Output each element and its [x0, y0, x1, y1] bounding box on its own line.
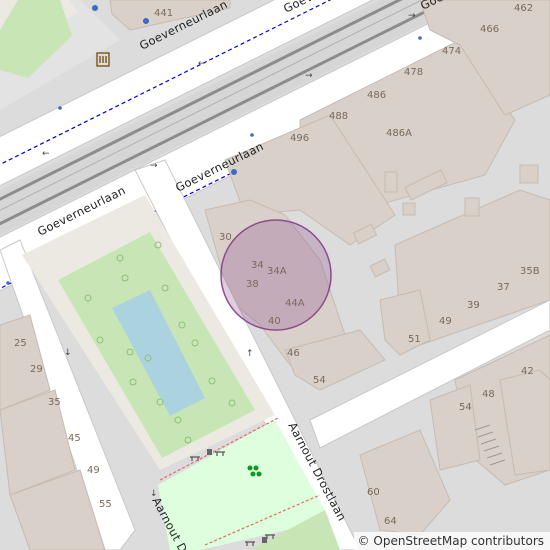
- bus-stop-icon: [231, 169, 237, 175]
- house-number: 37: [497, 282, 510, 293]
- house-number: 462: [514, 3, 533, 14]
- bus-stop-icon: [250, 133, 254, 137]
- svg-text:←: ←: [198, 59, 206, 69]
- house-number: 49: [87, 465, 100, 476]
- house-number: 44A: [285, 298, 305, 309]
- house-number: 25: [14, 338, 27, 349]
- house-number: 54: [313, 375, 326, 386]
- house-number: 49: [439, 316, 452, 327]
- house-number: 51: [408, 334, 421, 345]
- svg-text:→: →: [305, 71, 313, 81]
- waste-basket-icon: [207, 449, 212, 455]
- house-number: 486: [367, 90, 386, 101]
- bus-stop-icon: [6, 281, 10, 285]
- house-number: 34: [251, 260, 264, 271]
- map-attribution: © OpenStreetMap contributors: [353, 532, 550, 550]
- attribution-link[interactable]: OpenStreetMap contributors: [373, 534, 544, 548]
- building: [384, 171, 398, 193]
- house-number: 39: [467, 300, 480, 311]
- house-number: 48: [482, 389, 495, 400]
- house-number: 34A: [267, 266, 287, 277]
- waste-basket-icon: [262, 537, 267, 543]
- house-number: 46: [287, 348, 300, 359]
- house-number: 40: [268, 316, 281, 327]
- house-number: 64: [384, 516, 397, 527]
- building: [402, 202, 416, 216]
- bus-stop-icon: [58, 106, 62, 110]
- bus-stop-icon: [418, 36, 422, 40]
- map-canvas[interactable]: →→→ ←← ↓ ↑↓ Goeverneurlaan Goeverneurlaan…: [0, 0, 550, 550]
- building: [519, 164, 539, 184]
- house-number: 42: [521, 366, 534, 377]
- house-number: 55: [99, 499, 112, 510]
- copyright-icon: ©: [357, 534, 370, 548]
- svg-text:→: →: [150, 161, 158, 171]
- house-number: 478: [404, 67, 423, 78]
- house-number: 45: [68, 433, 81, 444]
- svg-text:↑: ↑: [246, 349, 254, 359]
- house-number: 38: [246, 279, 259, 290]
- building: [464, 197, 480, 217]
- bus-stop-icon: [92, 5, 98, 11]
- house-number: 441: [154, 8, 173, 19]
- house-number: 488: [329, 111, 348, 122]
- bus-stop-icon: [143, 18, 149, 24]
- svg-text:↓: ↓: [64, 348, 72, 358]
- house-number: 486A: [386, 128, 412, 139]
- house-number: 496: [290, 133, 309, 144]
- house-number: 474: [442, 46, 461, 57]
- house-number: 54: [459, 402, 472, 413]
- house-number: 35B: [520, 266, 540, 277]
- svg-text:→: →: [408, 11, 416, 21]
- house-number: 60: [367, 487, 380, 498]
- map-view[interactable]: → → → ← ← ↓ ↑ ↓ Goeverneurlaan Goeverneurlaan…: [0, 0, 550, 550]
- svg-text:←: ←: [42, 149, 50, 159]
- house-number: 30: [219, 232, 232, 243]
- house-number: 29: [30, 364, 43, 375]
- house-number: 35: [48, 397, 61, 408]
- house-number: 466: [480, 24, 499, 35]
